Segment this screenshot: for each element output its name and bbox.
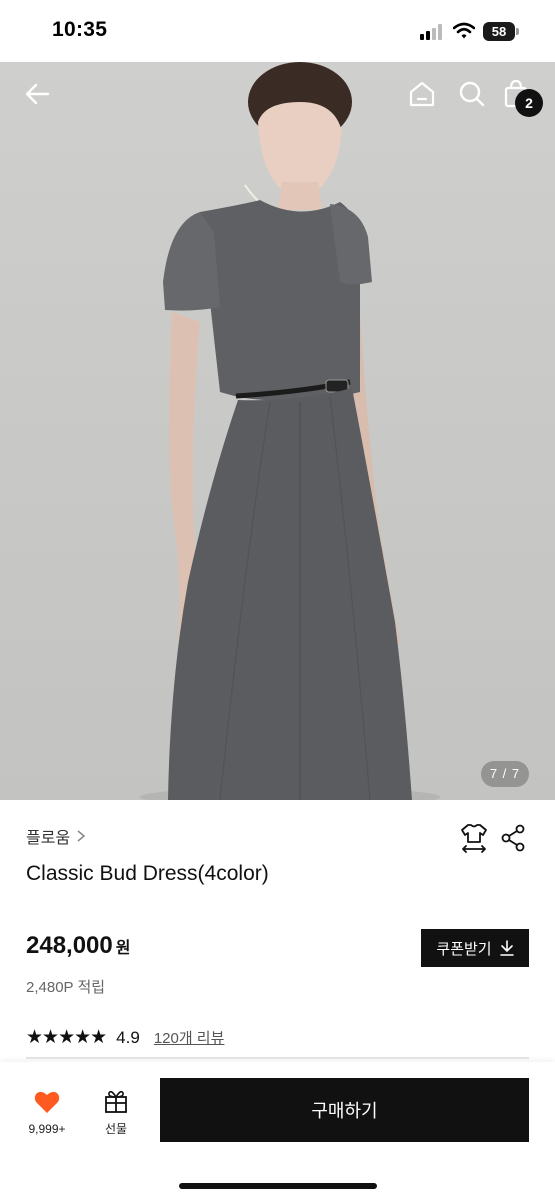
brand-link[interactable]: 플로움	[26, 824, 86, 848]
price-value: 248,000	[26, 932, 113, 959]
share-icon[interactable]	[500, 824, 526, 852]
rating-summary: ★★★★★ 4.9 120개 리뷰	[26, 1026, 224, 1049]
rating-value: 4.9	[116, 1027, 140, 1047]
gift-label: 선물	[104, 1122, 128, 1136]
gift-icon	[105, 1090, 127, 1113]
wifi-icon	[453, 22, 475, 39]
gift-button[interactable]: 선물	[96, 1088, 136, 1140]
star-rating-icon: ★★★★★	[26, 1027, 107, 1048]
tab-divider	[26, 1057, 529, 1059]
status-bar: 10:35 58	[0, 0, 555, 62]
signal-icon	[420, 24, 442, 40]
home-icon[interactable]	[406, 78, 438, 110]
battery-indicator: 58	[483, 22, 519, 41]
price-currency: 원	[115, 940, 131, 957]
chevron-right-icon	[77, 830, 86, 842]
product-photo	[140, 62, 440, 800]
battery-level: 58	[491, 24, 507, 39]
bottom-action-bar: 9,999+ 선물 구매하기	[0, 1062, 555, 1200]
product-image[interactable]: 7 / 7	[0, 62, 555, 800]
coupon-label: 쿠폰받기	[436, 940, 492, 958]
download-icon	[499, 940, 514, 956]
coupon-download-button[interactable]: 쿠폰받기	[421, 929, 529, 967]
product-title: Classic Bud Dress(4color)	[26, 862, 269, 885]
reward-points: 2,480P 적립	[26, 979, 106, 996]
buy-button[interactable]: 구매하기	[160, 1078, 529, 1142]
image-counter: 7 / 7	[481, 761, 529, 787]
search-icon[interactable]	[456, 78, 488, 110]
like-button[interactable]: 9,999+	[20, 1090, 74, 1140]
heart-icon	[34, 1091, 60, 1113]
home-indicator	[179, 1183, 377, 1189]
cart-count-badge: 2	[515, 89, 543, 117]
size-guide-icon[interactable]	[460, 822, 488, 854]
back-arrow-icon[interactable]	[22, 78, 54, 110]
price: 248,000 원	[26, 932, 131, 960]
like-count: 9,999+	[28, 1122, 66, 1136]
reviews-link[interactable]: 120개 리뷰	[154, 1027, 225, 1048]
brand-name: 플로움	[26, 830, 71, 847]
status-time: 10:35	[52, 18, 108, 41]
